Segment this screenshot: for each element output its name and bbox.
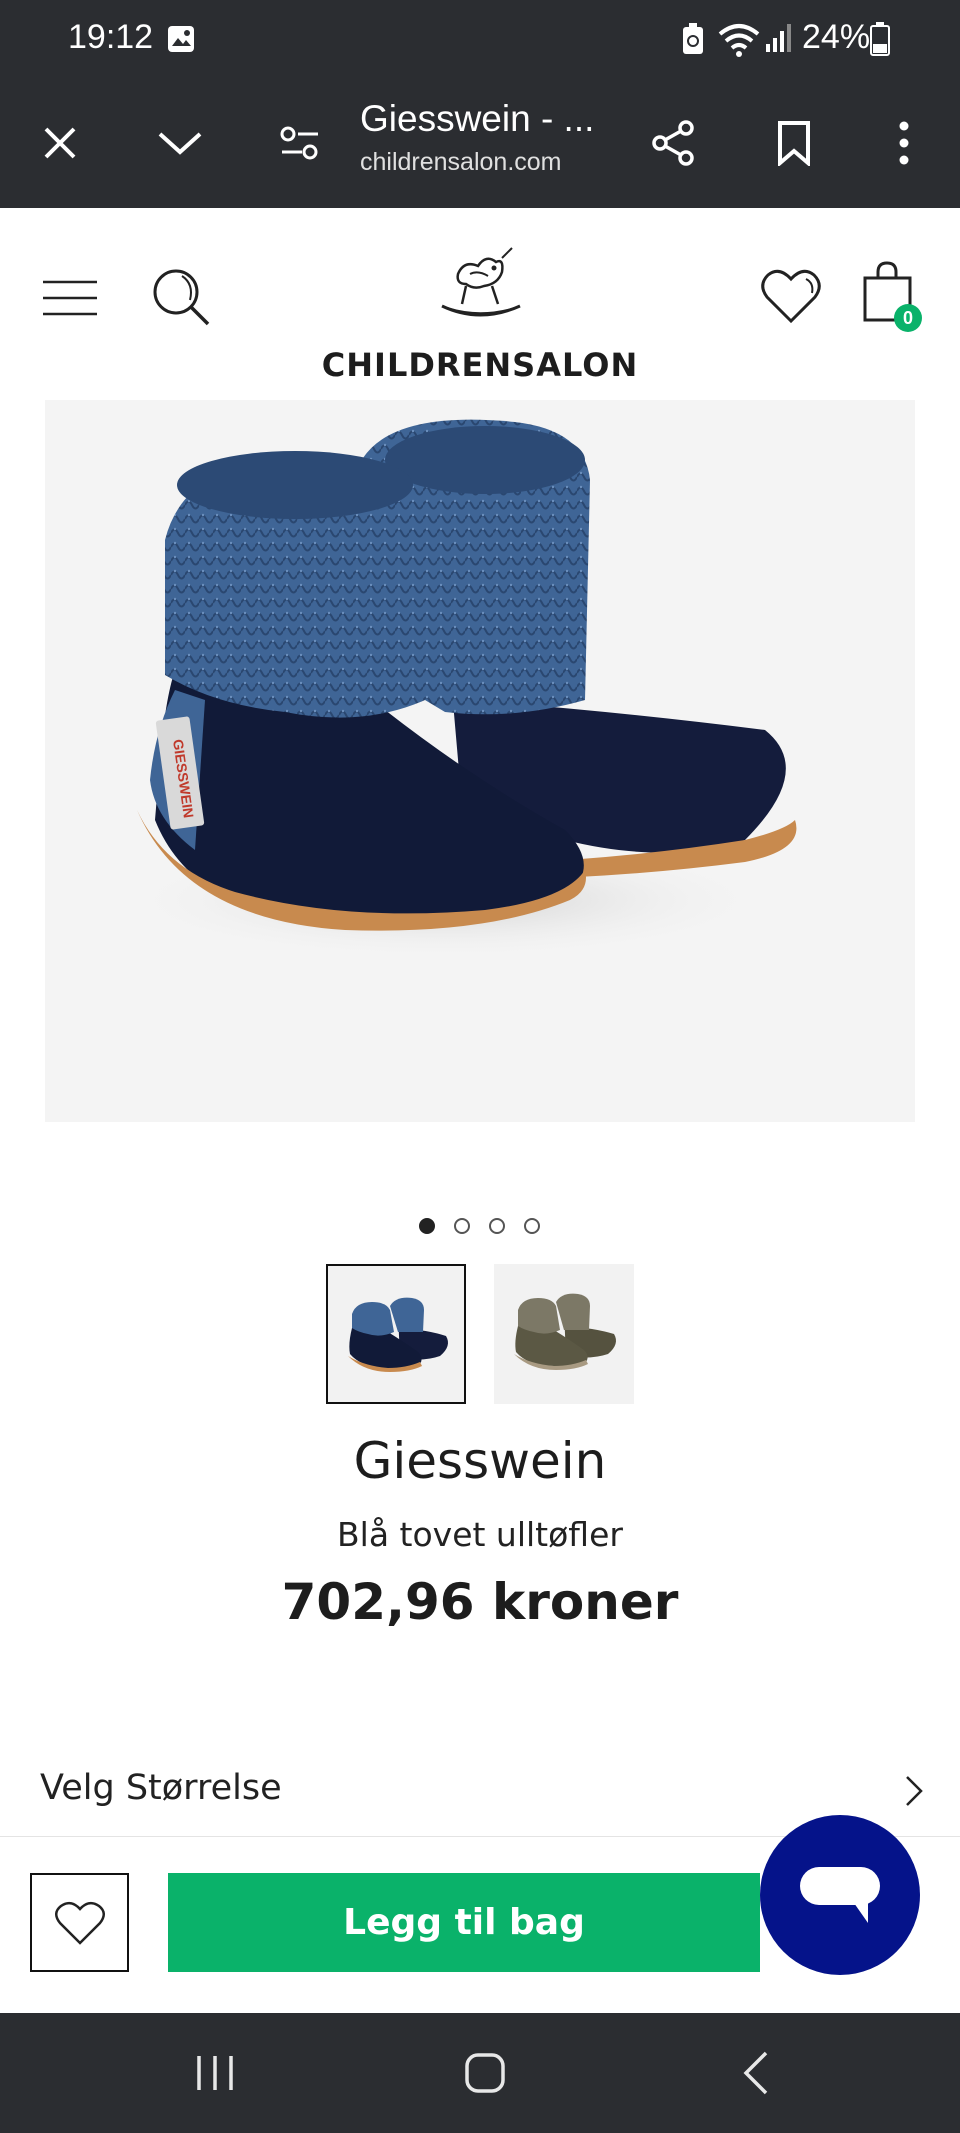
close-tab-button[interactable] [30,113,90,173]
wool-slipper-boots-image: GIESSWEIN [115,419,797,960]
home-icon [465,2053,505,2093]
page-domain: childrensalon.com [360,148,562,176]
rocking-horse-logo-icon [441,247,521,317]
heart-icon [54,1901,105,1945]
carousel-dot-2[interactable] [454,1218,470,1234]
signal-icon [764,22,792,59]
chevron-down-icon [158,132,202,155]
chat-bubble-icon [800,1867,880,1923]
share-icon [652,120,694,166]
color-thumbnail-grey[interactable] [494,1264,634,1404]
share-button[interactable] [644,113,704,173]
add-to-wishlist-button[interactable] [30,1873,129,1972]
tune-icon [280,126,318,160]
gallery-notification-icon [166,24,196,59]
site-header: CHILDRENSALON 0 [0,208,960,393]
color-thumbnail-blue[interactable] [326,1264,466,1404]
status-bar: 19:12 24% [0,0,960,78]
recent-apps-button[interactable] [180,2043,250,2103]
product-name: Blå tovet ulltøfler [337,1515,623,1554]
back-button[interactable] [720,2043,790,2103]
cart-count-badge: 0 [894,304,922,332]
battery-percent: 24% [802,18,871,56]
home-button[interactable] [450,2043,520,2103]
cart-button[interactable]: 0 [860,260,930,336]
live-chat-button[interactable] [760,1815,920,1975]
browser-toolbar: Giesswein - ... childrensalon.com [0,78,960,208]
system-navigation-bar [0,2013,960,2133]
size-selector-label: Velg Størrelse [40,1768,282,1808]
status-time: 19:12 [68,18,154,56]
heart-icon [761,269,821,324]
recent-apps-icon [197,2056,233,2090]
hamburger-menu-icon [43,280,97,316]
bookmark-icon [778,121,810,166]
search-icon [153,269,210,326]
carousel-dot-4[interactable] [524,1218,540,1234]
menu-button[interactable] [38,268,102,328]
product-price: 702,96 kroner [281,1573,679,1631]
carousel-dot-1[interactable] [419,1218,435,1234]
battery-icon [870,22,890,61]
wishlist-header-button[interactable] [758,263,824,329]
battery-saver-icon [680,22,706,61]
product-brand[interactable]: Giesswein [0,1432,960,1490]
blue-slipper-thumbnail-image [348,1297,448,1372]
address-area[interactable]: Giesswein - ... childrensalon.com [360,92,620,192]
site-logo-text[interactable]: CHILDRENSALON [0,346,960,384]
carousel-dot-3[interactable] [489,1218,505,1234]
size-selector[interactable]: Velg Størrelse [0,1760,960,1820]
page-title: Giesswein - ... [360,98,595,139]
bookmark-button[interactable] [764,113,824,173]
minimize-tab-button[interactable] [150,113,210,173]
more-options-button[interactable] [874,113,934,173]
chevron-right-icon [904,1774,924,1813]
site-logo[interactable] [428,244,532,334]
more-vert-icon [899,121,909,165]
close-icon [44,127,76,159]
add-to-bag-button[interactable]: Legg til bag [168,1873,760,1972]
search-button[interactable] [148,264,214,330]
wifi-icon [716,20,762,63]
back-chevron-icon [743,2051,768,2095]
grey-slipper-thumbnail-image [514,1293,616,1370]
product-main-image[interactable]: GIESSWEIN [45,400,915,1122]
page-settings-button[interactable] [270,113,330,173]
